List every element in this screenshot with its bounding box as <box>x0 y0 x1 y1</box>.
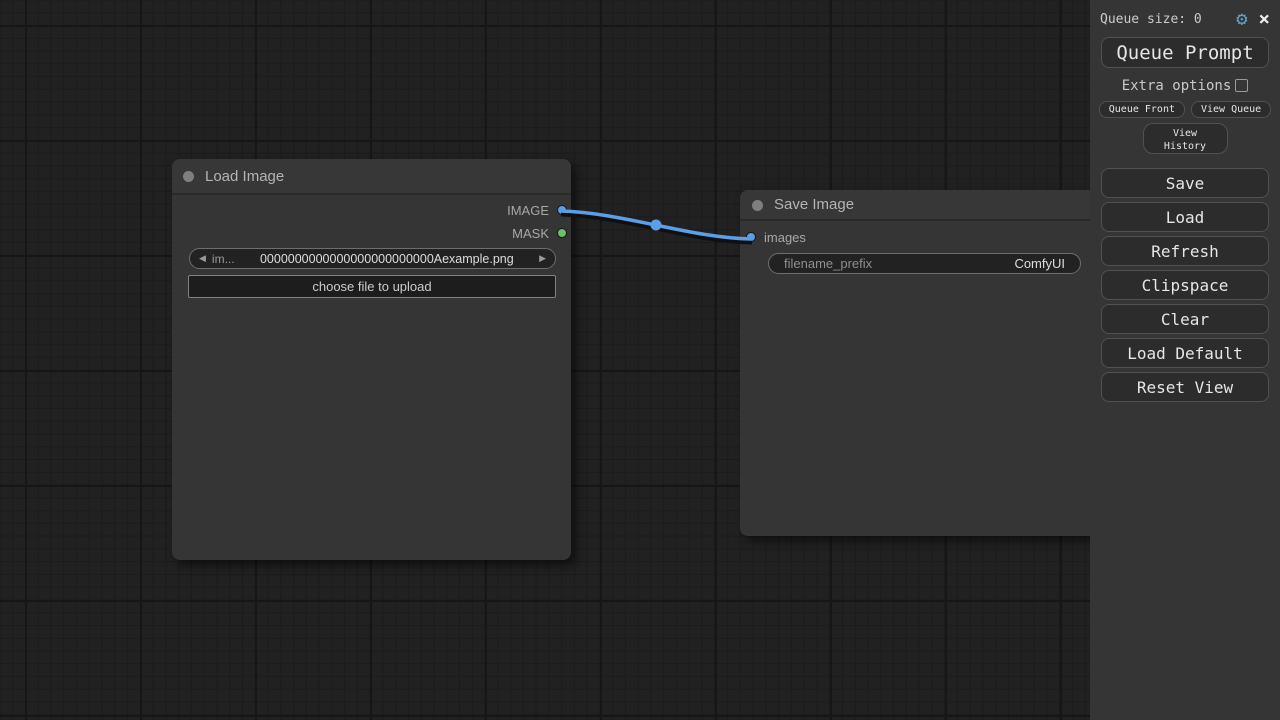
widget-value: ComfyUI <box>1014 256 1065 271</box>
extra-options-checkbox[interactable] <box>1235 79 1248 92</box>
output-port-image[interactable] <box>557 205 567 215</box>
extra-options-label: Extra options <box>1122 78 1232 94</box>
load-default-button[interactable]: Load Default <box>1101 338 1269 368</box>
node-status-dot <box>183 171 194 182</box>
image-combo-widget[interactable]: ◀ im... 0000000000000000000000000Aexampl… <box>189 248 556 269</box>
reset-view-button[interactable]: Reset View <box>1101 372 1269 402</box>
combo-next-icon[interactable]: ▶ <box>539 254 546 263</box>
combo-value: 0000000000000000000000000Aexample.png <box>235 252 539 266</box>
widget-label: filename_prefix <box>784 256 872 271</box>
input-port-images[interactable] <box>746 232 756 242</box>
queue-front-button[interactable]: Queue Front <box>1099 101 1185 118</box>
comfy-menu: Queue size: 0 ⚙ × Queue Prompt Extra opt… <box>1090 0 1280 720</box>
clear-button[interactable]: Clear <box>1101 304 1269 334</box>
refresh-button[interactable]: Refresh <box>1101 236 1269 266</box>
view-queue-button[interactable]: View Queue <box>1191 101 1271 118</box>
menu-buttons: Save Load Refresh Clipspace Clear Load D… <box>1090 168 1280 402</box>
queue-size-row: Queue size: 0 ⚙ × <box>1090 0 1280 30</box>
node-title: Load Image <box>205 168 284 185</box>
node-title: Save Image <box>774 196 854 213</box>
clipspace-button[interactable]: Clipspace <box>1101 270 1269 300</box>
save-button[interactable]: Save <box>1101 168 1269 198</box>
input-label-images: images <box>764 230 806 245</box>
queue-size-label: Queue size: 0 <box>1100 12 1202 27</box>
output-port-mask[interactable] <box>557 228 567 238</box>
settings-gear-icon[interactable]: ⚙ <box>1236 10 1247 29</box>
view-history-button[interactable]: View History <box>1143 123 1228 154</box>
extra-options-row: Extra options <box>1090 77 1280 94</box>
combo-prev-icon[interactable]: ◀ <box>199 254 206 263</box>
close-icon[interactable]: × <box>1259 10 1270 29</box>
filename-prefix-widget[interactable]: filename_prefix ComfyUI <box>768 253 1081 274</box>
combo-label: im... <box>212 252 235 266</box>
output-label-image: IMAGE <box>507 203 549 218</box>
node-status-dot <box>752 200 763 211</box>
queue-actions-row: Queue Front View Queue <box>1090 101 1280 118</box>
load-button[interactable]: Load <box>1101 202 1269 232</box>
output-label-mask: MASK <box>512 226 549 241</box>
queue-prompt-button[interactable]: Queue Prompt <box>1101 37 1269 68</box>
node-load-image-titlebar[interactable]: Load Image <box>172 159 571 195</box>
choose-file-button[interactable]: choose file to upload <box>188 275 556 298</box>
node-load-image[interactable]: Load Image IMAGE MASK ◀ im... 0000000000… <box>172 159 571 560</box>
